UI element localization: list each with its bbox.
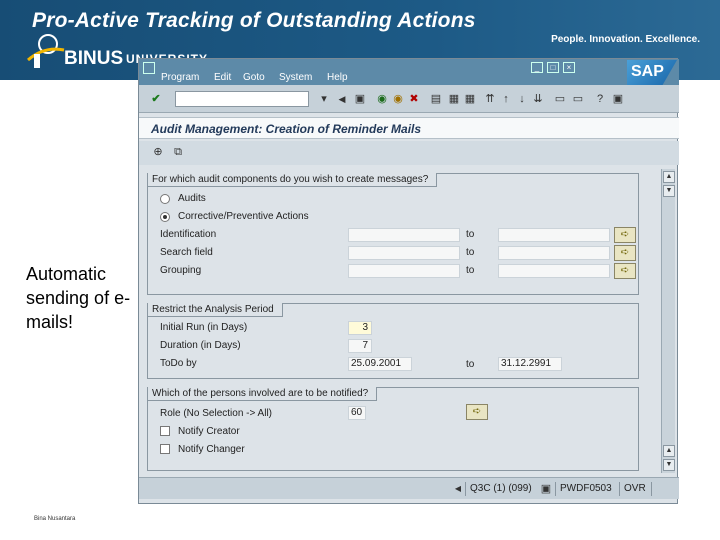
status-details-icon[interactable]: ▣ (539, 482, 553, 496)
binus-logo-icon (27, 34, 65, 68)
selection-screen: For which audit components do you wish t… (143, 173, 657, 473)
initial-run-label: Initial Run (in Days) (160, 322, 248, 333)
command-field-dropdown-icon[interactable]: ▾ (317, 92, 331, 106)
application-toolbar: ⊕ ⧉ (139, 141, 679, 165)
standard-toolbar: ✔ ▾ ◀ ▣ ◉ ◉ ✖ ▤ ▦ ▦ ⇈ ↑ ↓ ⇊ ▭ ▭ ? ▣ (139, 85, 679, 113)
slide-tagline: People. Innovation. Excellence. (551, 34, 700, 45)
save-icon[interactable]: ▣ (353, 92, 367, 106)
layout-menu-icon[interactable]: ▣ (611, 92, 625, 106)
help-icon[interactable]: ? (593, 92, 607, 106)
search-field-multiple-selection-button[interactable]: ➪ (614, 245, 636, 261)
notify-creator-checkbox[interactable] (160, 426, 170, 436)
new-session-icon[interactable]: ▭ (553, 92, 567, 106)
screen-title-bar: Audit Management: Creation of Reminder M… (139, 117, 679, 139)
close-icon[interactable]: × (563, 62, 575, 73)
group-title: For which audit components do you wish t… (148, 173, 438, 187)
menu-bar: Program Edit Goto System Help _ □ × SAP (139, 59, 679, 86)
role-multiple-selection-button[interactable]: ➪ (466, 404, 488, 420)
search-field-to-field[interactable] (498, 246, 610, 260)
role-field[interactable]: 60 (348, 406, 366, 420)
search-field-from-field[interactable] (348, 246, 460, 260)
status-bar: ◀ Q3C (1) (099) ▣ PWDF0503 OVR (139, 477, 679, 499)
todo-by-label: ToDo by (160, 358, 197, 369)
group-title: Restrict the Analysis Period (148, 303, 283, 317)
search-field-label: Search field (160, 247, 213, 258)
screen-title: Audit Management: Creation of Reminder M… (151, 122, 422, 136)
shortcut-icon[interactable]: ▭ (571, 92, 585, 106)
menu-program[interactable]: Program (161, 72, 199, 83)
identification-to-label: to (466, 229, 475, 240)
menu-help[interactable]: Help (327, 72, 348, 83)
corrective-actions-radio[interactable] (160, 212, 170, 222)
window-menu-icon[interactable] (143, 62, 155, 74)
command-field[interactable] (175, 91, 309, 107)
duration-label: Duration (in Days) (160, 340, 241, 351)
find-next-icon[interactable]: ▦ (463, 92, 477, 106)
next-page-icon[interactable]: ↓ (515, 92, 529, 106)
execute-icon[interactable]: ⊕ (151, 145, 165, 159)
vertical-scrollbar[interactable]: ▲ ▼ ▲ ▼ (661, 169, 675, 473)
enter-check-icon[interactable]: ✔ (149, 92, 163, 106)
initial-run-field[interactable]: 3 (348, 321, 372, 335)
grouping-to-label: to (466, 265, 475, 276)
minimize-icon[interactable]: _ (531, 62, 543, 73)
menu-goto[interactable]: Goto (243, 72, 265, 83)
role-label: Role (No Selection -> All) (160, 408, 272, 419)
status-system: Q3C (1) (099) (465, 482, 539, 496)
exit-icon[interactable]: ◉ (391, 92, 405, 106)
identification-from-field[interactable] (348, 228, 460, 242)
scroll-up-icon[interactable]: ▲ (663, 171, 675, 183)
scroll-down-page-icon[interactable]: ▲ (663, 445, 675, 457)
menu-system[interactable]: System (279, 72, 312, 83)
corrective-actions-radio-label: Corrective/Preventive Actions (178, 211, 309, 222)
menu-edit[interactable]: Edit (214, 72, 231, 83)
first-page-icon[interactable]: ⇈ (483, 92, 497, 106)
identification-label: Identification (160, 229, 217, 240)
maximize-icon[interactable]: □ (547, 62, 559, 73)
status-spacer (651, 482, 675, 496)
todo-from-field[interactable]: 25.09.2001 (348, 357, 412, 371)
status-mode[interactable]: OVR (619, 482, 649, 496)
identification-to-field[interactable] (498, 228, 610, 242)
side-note: Automatic sending of e-mails! (26, 264, 131, 332)
sap-window: Program Edit Goto System Help _ □ × SAP … (138, 58, 679, 504)
notify-changer-checkbox[interactable] (160, 444, 170, 454)
notify-changer-label: Notify Changer (178, 444, 245, 455)
search-field-to-label: to (466, 247, 475, 258)
last-page-icon[interactable]: ⇊ (531, 92, 545, 106)
history-back-icon[interactable]: ◀ (335, 92, 349, 106)
grouping-to-field[interactable] (498, 264, 610, 278)
find-icon[interactable]: ▦ (447, 92, 461, 106)
previous-page-icon[interactable]: ↑ (499, 92, 513, 106)
grouping-from-field[interactable] (348, 264, 460, 278)
duration-field[interactable]: 7 (348, 339, 372, 353)
sap-logo: SAP (627, 60, 677, 86)
group-title: Which of the persons involved are to be … (148, 387, 378, 401)
todo-to-label: to (466, 359, 475, 370)
identification-multiple-selection-button[interactable]: ➪ (614, 227, 636, 243)
get-variant-icon[interactable]: ⧉ (171, 145, 185, 159)
audits-radio-label: Audits (178, 193, 206, 204)
audit-components-group: For which audit components do you wish t… (147, 173, 639, 295)
logo-text: BINUS (64, 48, 124, 69)
scroll-down-icon[interactable]: ▼ (663, 459, 675, 471)
notify-creator-label: Notify Creator (178, 426, 240, 437)
audits-radio[interactable] (160, 194, 170, 204)
print-icon[interactable]: ▤ (429, 92, 443, 106)
status-server: PWDF0503 (555, 482, 617, 496)
todo-to-field[interactable]: 31.12.2991 (498, 357, 562, 371)
analysis-period-group: Restrict the Analysis Period Initial Run… (147, 303, 639, 379)
grouping-multiple-selection-button[interactable]: ➪ (614, 263, 636, 279)
persons-notified-group: Which of the persons involved are to be … (147, 387, 639, 471)
back-icon[interactable]: ◉ (375, 92, 389, 106)
status-expand-icon[interactable]: ◀ (451, 482, 465, 496)
slide-footer: Bina Nusantara (34, 516, 76, 522)
grouping-label: Grouping (160, 265, 202, 276)
cancel-icon[interactable]: ✖ (407, 92, 421, 106)
scroll-up-page-icon[interactable]: ▼ (663, 185, 675, 197)
